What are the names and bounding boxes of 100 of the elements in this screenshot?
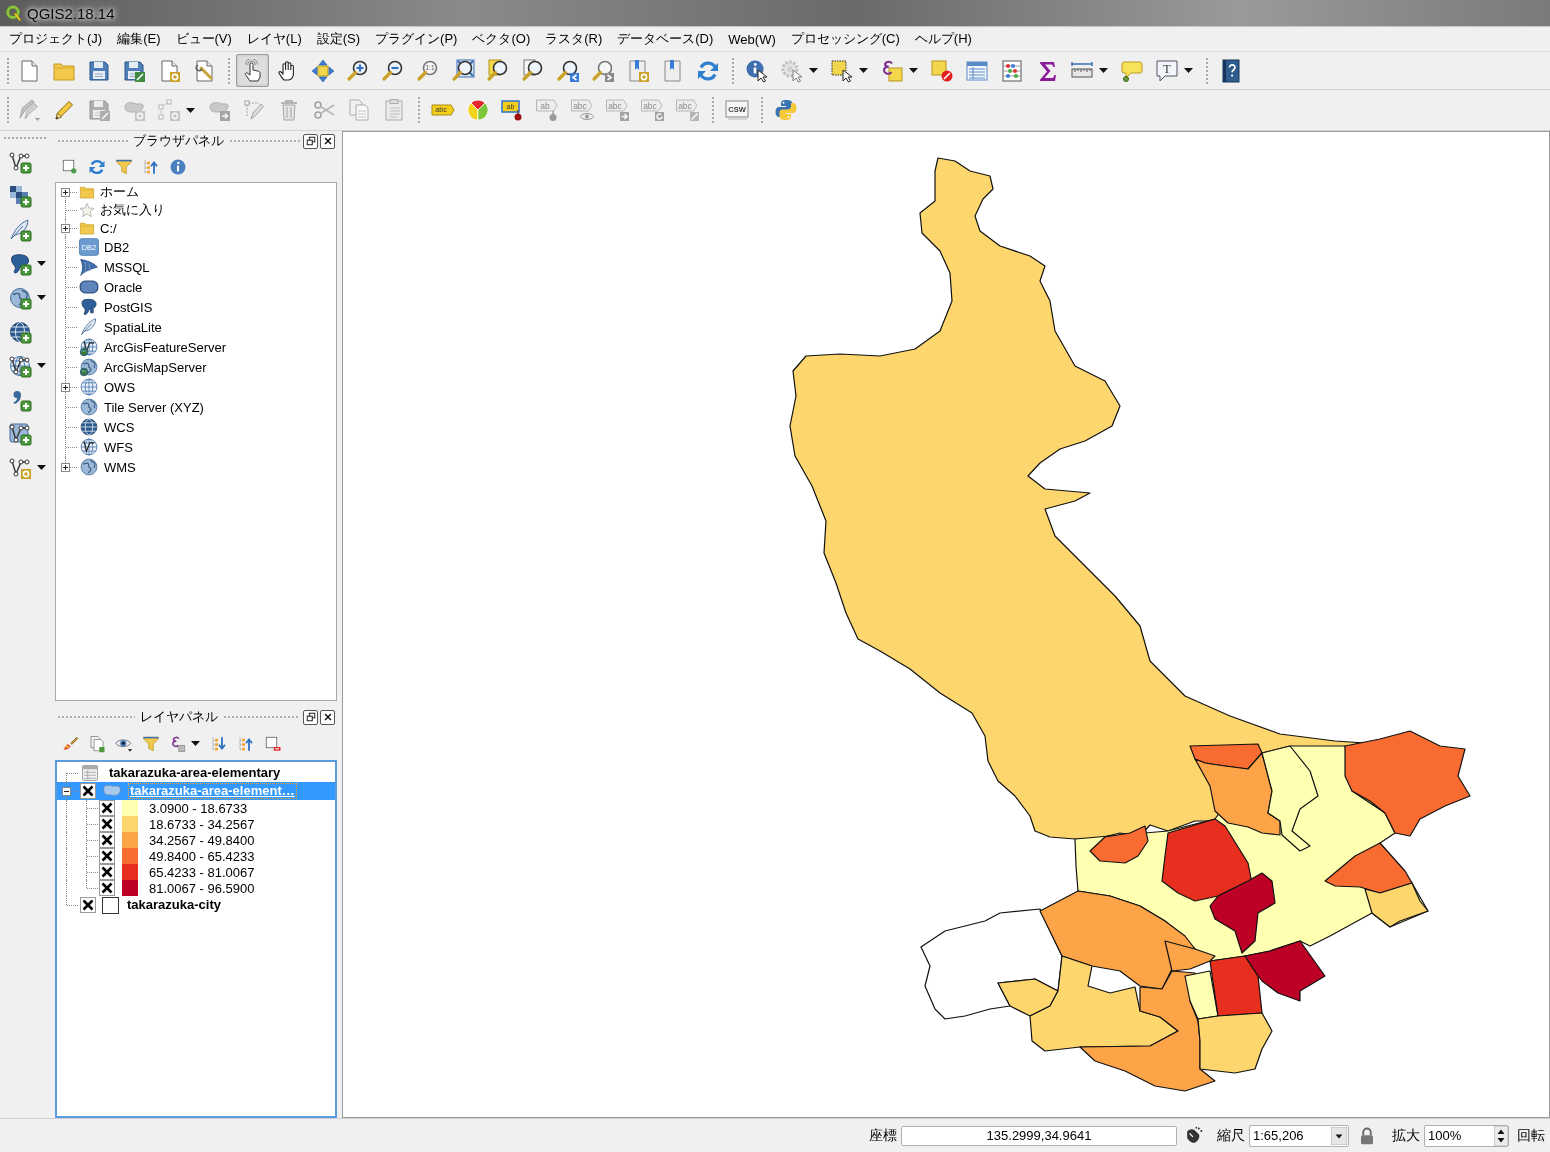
vector-globe-icon [79,437,99,457]
elephant-icon [79,297,99,317]
browser-item[interactable]: OWS [78,377,136,397]
browser-item[interactable]: WFS [78,437,133,457]
caret-icon [191,741,200,746]
browser-item[interactable]: WCS [78,417,135,437]
plus-box-icon[interactable] [61,382,70,392]
browser-item[interactable]: WMS [78,457,136,477]
refresh-icon [88,157,106,176]
tree-up-arrow-icon [237,734,255,753]
caret-icon [908,68,918,73]
menu-item[interactable]: ヘルプ(H) [907,28,979,50]
checkbox[interactable] [99,816,115,832]
plus-box-icon[interactable] [61,223,70,233]
checkbox[interactable] [80,783,96,799]
layer-name: takarazuka-area-elementary [108,765,282,781]
plus-box-icon[interactable] [61,187,70,197]
folder-icon [79,220,95,236]
banded-globe-icon [79,417,99,437]
caret-icon [36,363,46,368]
caret-icon [185,107,195,113]
layer-row[interactable]: takarazuka-city [57,896,335,914]
text-bubble-button[interactable]: T [1150,54,1198,87]
menu-item[interactable]: プロセッシング(C) [783,28,907,50]
layer-row[interactable]: takarazuka-area-elementary [57,764,335,782]
browser-item[interactable]: ArcGisFeatureServer [78,337,227,357]
checkbox[interactable] [99,864,115,880]
magnifier-spinbox[interactable]: 100% [1424,1124,1509,1147]
menu-item[interactable]: レイヤ(L) [239,28,309,50]
tree-down-arrow-icon [210,734,228,753]
banded-globe-plus-icon [7,319,32,344]
spin-arrows-icon[interactable] [1494,1125,1508,1146]
epsilon-square-icon [169,734,187,753]
vector-globe-icon [79,337,99,357]
menu-item[interactable]: Web(W) [721,29,783,49]
feather-icon [79,317,99,337]
pie-chart-icon [465,98,490,122]
browser-item[interactable]: ArcGisMapServer [78,357,207,377]
browser-item[interactable]: PostGIS [78,297,153,317]
close-button[interactable] [320,133,335,149]
symbol-square-icon [102,896,119,914]
browser-item[interactable]: MSSQL [78,257,150,277]
browser-item[interactable]: DB2 DB2 [78,237,130,257]
checkbox[interactable] [99,832,115,848]
caret-icon [36,295,46,300]
float-button[interactable] [303,133,318,149]
magnifier-forward-arrow-icon [590,58,615,83]
square-no-entry-icon [929,58,954,83]
browser-item[interactable]: ホーム [78,183,139,201]
star-icon [79,202,95,218]
globe-plus-icon [7,285,32,310]
menu-item[interactable]: ベクタ(O) [465,28,538,50]
vector-globe-plus-icon [7,353,32,378]
close-icon [322,712,333,722]
plus-box-icon[interactable] [61,462,70,472]
magnifier-minus-icon [380,58,405,83]
window-title: QGIS2.18.14 [27,4,115,22]
close-button[interactable] [320,709,335,725]
menu-item[interactable]: ビュー(V) [168,28,239,50]
padlock-icon[interactable] [1358,1126,1376,1145]
menu-item[interactable]: 設定(S) [309,28,368,50]
scale-dropdown[interactable]: 1:65,206 [1249,1124,1349,1147]
legend-label: 49.8400 - 65.4233 [149,848,255,864]
dashed-square-cursor-icon [829,58,854,83]
globe-icon [79,397,99,417]
dropdown-arrow-icon[interactable] [1331,1126,1347,1145]
float-button[interactable] [303,709,318,725]
minus-box-icon[interactable] [62,786,71,796]
panel-title: レイヤパネル [139,708,218,726]
checkbox[interactable] [99,800,115,816]
menu-item[interactable]: 編集(E) [110,28,168,50]
checkbox[interactable] [80,897,96,913]
folder-icon [79,184,95,200]
checkbox[interactable] [99,880,115,896]
menu-item[interactable]: ラスタ(R) [538,28,610,50]
browser-item[interactable]: SpatiaLite [78,317,162,337]
magnifier-square-icon [485,58,510,83]
browser-item[interactable]: Tile Server (XYZ) [78,397,204,417]
pointing-hand-button[interactable] [236,54,269,87]
square-minus-icon [264,734,282,753]
vector-plus-icon [7,149,32,174]
table-icon [964,58,989,83]
magnifier-label: 拡大 [1392,1126,1420,1145]
menu-item[interactable]: データベース(D) [610,28,721,50]
snakes-icon [773,98,798,122]
layer-name: takarazuka-area-element… [128,783,297,799]
legend-label: 3.0900 - 18.6733 [149,800,248,816]
coordinate-field[interactable]: 135.2999,34.9641 [901,1125,1177,1146]
table-icon [81,764,99,782]
browser-item[interactable]: Oracle [78,277,143,297]
checkerboard-plus-icon [7,183,32,208]
overlapping-windows-icon [305,712,316,722]
menu-item[interactable]: プロジェクト(J) [2,28,110,50]
vector-tile-plus-icon [7,421,32,446]
abacus-icon [999,58,1024,83]
menu-item[interactable]: プラグイン(P) [368,28,465,50]
browser-item[interactable]: C:/ [78,219,117,237]
checkbox[interactable] [99,848,115,864]
legend-label: 81.0067 - 96.5900 [149,880,255,896]
browser-item[interactable]: お気に入り [78,201,165,219]
